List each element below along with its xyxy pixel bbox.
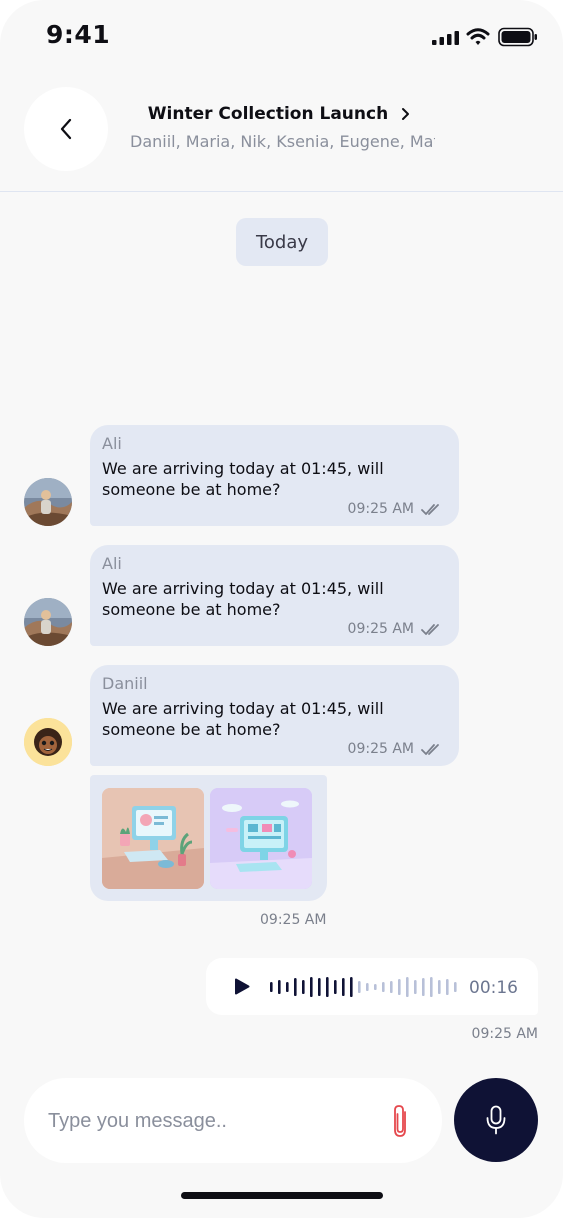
message-text: We are arriving today at 01:45, will som… [102, 459, 384, 499]
cellular-signal-icon [432, 31, 459, 45]
status-bar: 9:41 [0, 0, 563, 72]
waveform-bar [454, 982, 457, 992]
desktop-illustration-2 [210, 788, 312, 889]
avatar-photo [24, 598, 72, 646]
avatar-daniil[interactable] [24, 718, 72, 766]
waveform-bar [326, 977, 329, 997]
waveform-bar [446, 979, 449, 995]
waveform-bar [390, 981, 393, 993]
home-indicator [181, 1192, 383, 1199]
message-time: 09:25 AM [347, 501, 414, 517]
message-bubble[interactable]: Ali We are arriving today at 01:45, will… [90, 425, 459, 526]
chat-title: Winter Collection Launch [147, 104, 389, 124]
voice-record-button[interactable] [454, 1078, 538, 1162]
double-check-icon [421, 504, 439, 515]
back-button[interactable] [24, 87, 108, 171]
voice-waveform[interactable] [270, 974, 460, 1000]
waveform-bar [414, 980, 417, 994]
phone-screen: 9:41 Winter Collection Launch Daniil, Ma… [0, 0, 563, 1218]
message-time: 09:25 AM [471, 1026, 538, 1042]
waveform-bar [422, 978, 425, 996]
desktop-illustration-1 [102, 788, 204, 889]
voice-duration: 00:16 [469, 978, 518, 998]
chat-members: Daniil, Maria, Nik, Ksenia, Eugene, Mat.… [130, 132, 435, 151]
image-attachment[interactable] [210, 788, 312, 889]
message-sender: Ali [102, 434, 122, 453]
waveform-bar [318, 978, 321, 996]
waveform-bar [302, 980, 305, 994]
message-input[interactable] [48, 1106, 368, 1136]
waveform-bar [350, 977, 353, 997]
waveform-bar [374, 984, 377, 990]
chevron-left-icon [60, 118, 72, 140]
message-time: 09:25 AM [347, 741, 414, 757]
message-sender: Ali [102, 554, 122, 573]
message-text: We are arriving today at 01:45, will som… [102, 579, 384, 619]
double-check-icon [421, 624, 439, 635]
message-text: We are arriving today at 01:45, will som… [102, 699, 384, 739]
status-time: 9:41 [46, 20, 111, 49]
message-sender: Daniil [102, 674, 148, 693]
waveform-bar [382, 982, 385, 992]
wifi-icon [466, 28, 490, 45]
chat-title-link[interactable]: Winter Collection Launch [130, 104, 430, 124]
waveform-bar [310, 977, 313, 997]
waveform-bar [366, 983, 369, 991]
waveform-bar [334, 980, 337, 994]
waveform-bar [398, 979, 401, 995]
waveform-bar [406, 977, 409, 997]
waveform-bar [286, 982, 289, 992]
date-separator: Today [236, 218, 328, 266]
avatar-ali[interactable] [24, 598, 72, 646]
message-bubble[interactable]: Daniil We are arriving today at 01:45, w… [90, 665, 459, 766]
chevron-right-icon [402, 108, 410, 120]
avatar-illustration [24, 718, 72, 766]
voice-message: 00:16 [206, 958, 538, 1015]
microphone-icon [486, 1105, 506, 1135]
waveform-bar [342, 978, 345, 996]
double-check-icon [421, 744, 439, 755]
waveform-bar [430, 977, 433, 997]
image-attachment[interactable] [102, 788, 204, 889]
waveform-bar [438, 980, 441, 994]
message-composer [24, 1078, 442, 1163]
media-message [90, 775, 327, 901]
avatar-photo [24, 478, 72, 526]
paperclip-icon[interactable] [388, 1102, 412, 1140]
play-icon[interactable] [234, 978, 250, 995]
waveform-bar [358, 981, 361, 993]
message-time: 09:25 AM [260, 912, 327, 928]
avatar-ali[interactable] [24, 478, 72, 526]
battery-icon [498, 27, 537, 47]
message-time: 09:25 AM [347, 621, 414, 637]
waveform-bar [294, 978, 297, 996]
waveform-bar [270, 982, 273, 992]
waveform-bar [278, 980, 281, 994]
chat-header: Winter Collection Launch Daniil, Maria, … [0, 72, 563, 192]
message-bubble[interactable]: Ali We are arriving today at 01:45, will… [90, 545, 459, 646]
